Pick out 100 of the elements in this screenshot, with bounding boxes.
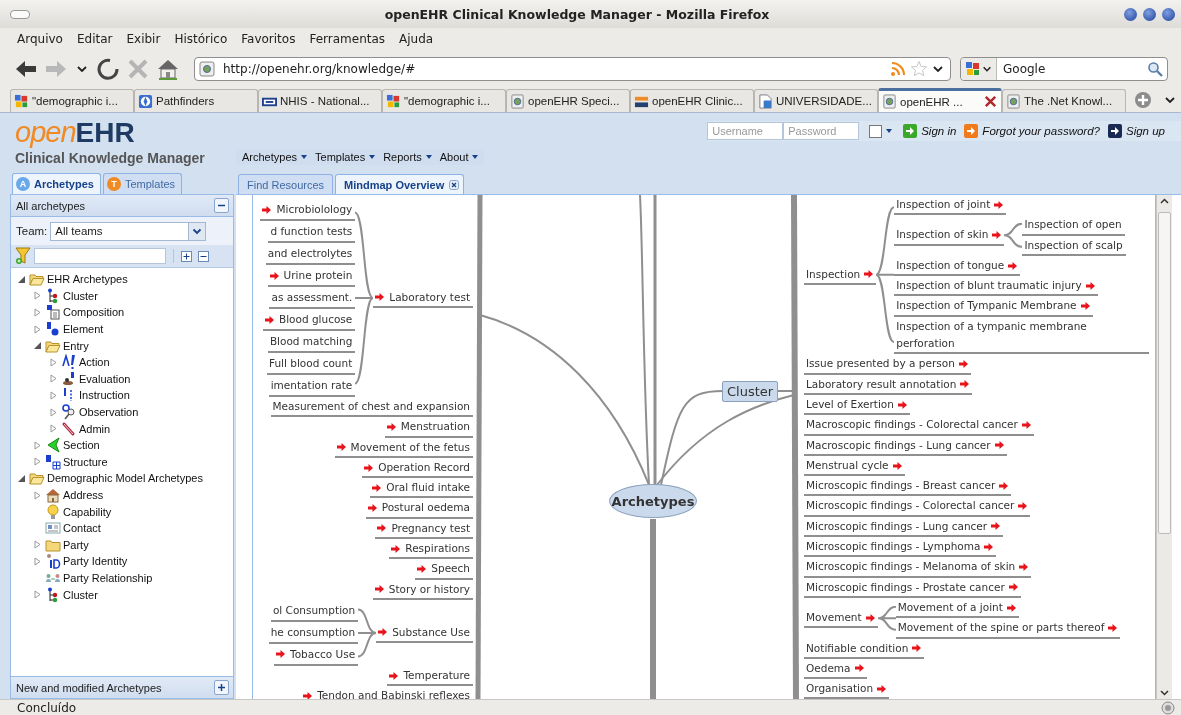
mindmap-node[interactable]: Movement — [804, 608, 878, 629]
arrow-icon[interactable] — [1085, 281, 1095, 290]
window-control-icon[interactable] — [1124, 7, 1137, 21]
browser-tab[interactable]: openEHR ... — [878, 88, 1002, 112]
tree-item[interactable]: Admin — [79, 422, 111, 435]
mindmap-node[interactable]: Inspection of open — [1022, 215, 1125, 236]
mindmap-node[interactable]: Laboratory test — [373, 287, 473, 309]
mindmap-node[interactable]: Urine protein — [267, 265, 356, 287]
browser-tab[interactable]: openEHR Speci... — [506, 89, 630, 112]
mindmap-node[interactable]: Inspection — [804, 264, 877, 285]
arrow-icon[interactable] — [1021, 420, 1031, 429]
collapsed-triangle-icon[interactable] — [49, 407, 58, 417]
collapsed-triangle-icon[interactable] — [33, 324, 42, 334]
expand-button[interactable] — [214, 680, 229, 695]
arrow-icon[interactable] — [374, 585, 384, 594]
collapsed-triangle-icon[interactable] — [33, 457, 42, 467]
mindmap-node[interactable]: Oral fluid intake — [370, 478, 473, 499]
mindmap-node[interactable]: d function tests — [268, 221, 356, 243]
search-field[interactable]: Google — [960, 56, 1168, 81]
mindmap-node[interactable]: Microbiolology — [260, 199, 356, 221]
username-field[interactable]: Username — [707, 122, 784, 140]
mindmap-root-node[interactable]: Archetypes — [609, 484, 697, 518]
mindmap-node[interactable]: Movement of a joint — [895, 597, 1019, 619]
menu-button[interactable]: Archetypes — [238, 149, 312, 165]
mindmap-node[interactable]: Microscopic findings - Lung cancer — [804, 516, 1004, 538]
mindmap-node[interactable]: Issue presented by a person — [804, 354, 971, 375]
mindmap-node[interactable]: Notifiable condition — [804, 638, 925, 659]
collapsed-triangle-icon[interactable] — [49, 424, 58, 434]
tree-item[interactable]: Action — [79, 356, 110, 369]
menu-button[interactable]: Templates — [311, 149, 380, 165]
arrow-icon[interactable] — [877, 684, 887, 693]
collapsed-triangle-icon[interactable] — [33, 490, 42, 500]
new-tab-icon[interactable] — [1134, 91, 1152, 109]
tree-item[interactable]: Demographic Model Archetypes — [47, 472, 203, 485]
arrow-icon[interactable] — [912, 644, 922, 653]
mindmap-node[interactable]: Inspection of Tympanic Membrane — [894, 296, 1093, 317]
mindmap-node[interactable]: imentation rate — [268, 375, 356, 397]
collapsed-triangle-icon[interactable] — [49, 390, 58, 400]
arrow-icon[interactable] — [1080, 302, 1090, 311]
mindmap-node[interactable]: Substance Use — [376, 622, 473, 644]
address-field[interactable]: http://openehr.org/knowledge/# — [194, 56, 951, 81]
mindmap-node[interactable]: Microscopic findings - Lymphoma — [804, 537, 997, 558]
arrow-icon[interactable] — [1008, 583, 1018, 592]
collapsed-triangle-icon[interactable] — [33, 540, 42, 550]
tree-item[interactable]: EHR Archetypes — [47, 273, 128, 286]
close-icon[interactable] — [983, 94, 998, 109]
mindmap-node[interactable]: Microscopic findings - Breast cancer — [804, 476, 1012, 497]
scrollbar-thumb[interactable] — [1158, 212, 1171, 534]
tree-item[interactable]: Section — [63, 439, 100, 452]
collapsed-triangle-icon[interactable] — [49, 357, 58, 367]
mindmap-node[interactable]: Blood matching — [267, 331, 356, 353]
arrow-icon[interactable] — [378, 628, 388, 637]
mindmap-node[interactable]: Microscopic findings - Prostate cancer — [804, 577, 1021, 598]
mindmap-node[interactable]: Respirations — [389, 539, 473, 560]
arrow-icon[interactable] — [377, 524, 387, 533]
mindmap-node[interactable]: Tendon and Babinski reflexes — [301, 686, 473, 699]
sign-in-link[interactable]: Sign in — [921, 125, 957, 137]
arrow-icon[interactable] — [303, 691, 313, 699]
content-tab[interactable]: Mindmap Overview — [335, 174, 465, 194]
tree-item[interactable]: Capability — [63, 505, 112, 518]
tree-item[interactable]: Entry — [63, 339, 89, 352]
panel-tab[interactable]: A Archetypes — [12, 173, 101, 194]
expanded-triangle-icon[interactable] — [33, 341, 42, 351]
expand-all-icon[interactable] — [181, 250, 192, 262]
arrow-icon[interactable] — [1008, 261, 1018, 270]
collapse-button[interactable] — [214, 198, 229, 213]
menu-item[interactable]: Ajuda — [392, 32, 441, 46]
tree-item[interactable]: Composition — [63, 306, 125, 319]
mindmap-node[interactable]: he consumption — [268, 621, 359, 644]
mindmap-node[interactable]: Macroscopic findings - Colorectal cancer — [804, 415, 1034, 436]
tree-item[interactable]: Party — [63, 538, 89, 551]
arrow-icon[interactable] — [1108, 623, 1118, 632]
arrow-icon[interactable] — [1018, 502, 1028, 511]
colored-blocks-icon[interactable] — [965, 60, 981, 77]
mindmap-node[interactable]: Postural oedema — [365, 498, 473, 519]
arrow-icon[interactable] — [269, 271, 279, 280]
mindmap-node[interactable]: Movement of the spine or parts thereof — [895, 618, 1121, 639]
mindmap-node[interactable]: Inspection of tongue — [894, 255, 1021, 277]
mindmap-node[interactable]: Speech — [415, 559, 473, 580]
browser-tab[interactable]: The .Net Knowl... — [1002, 89, 1126, 112]
menu-button[interactable]: Reports — [379, 149, 436, 165]
dropdown-icon[interactable] — [1164, 94, 1176, 106]
mindmap-node[interactable]: Microscopic findings - Colorectal cancer — [804, 496, 1031, 517]
mindmap-node[interactable]: Menstrual cycle — [804, 455, 905, 477]
team-select[interactable]: All teams — [50, 221, 207, 241]
arrow-icon[interactable] — [994, 200, 1004, 209]
browser-tab[interactable]: "demographic i... — [10, 89, 134, 112]
mindmap-node[interactable]: Pregnancy test — [375, 518, 473, 540]
tree-item[interactable]: Observation — [79, 406, 139, 419]
arrow-icon[interactable] — [991, 522, 1001, 531]
mindmap-node[interactable]: Full blood count — [266, 353, 356, 375]
browser-tab[interactable]: openEHR Clinic... — [630, 89, 754, 112]
tree-item[interactable]: Element — [63, 323, 104, 336]
arrow-icon[interactable] — [865, 613, 875, 622]
tree-item[interactable]: Contact — [63, 522, 101, 535]
star-icon[interactable] — [910, 59, 928, 78]
mindmap-node[interactable]: Laboratory result annotation — [804, 374, 973, 395]
mindmap-node[interactable]: Organisation — [804, 679, 890, 699]
mindmap-node[interactable]: Inspection of joint — [894, 195, 1007, 216]
arrow-icon[interactable] — [364, 463, 374, 472]
